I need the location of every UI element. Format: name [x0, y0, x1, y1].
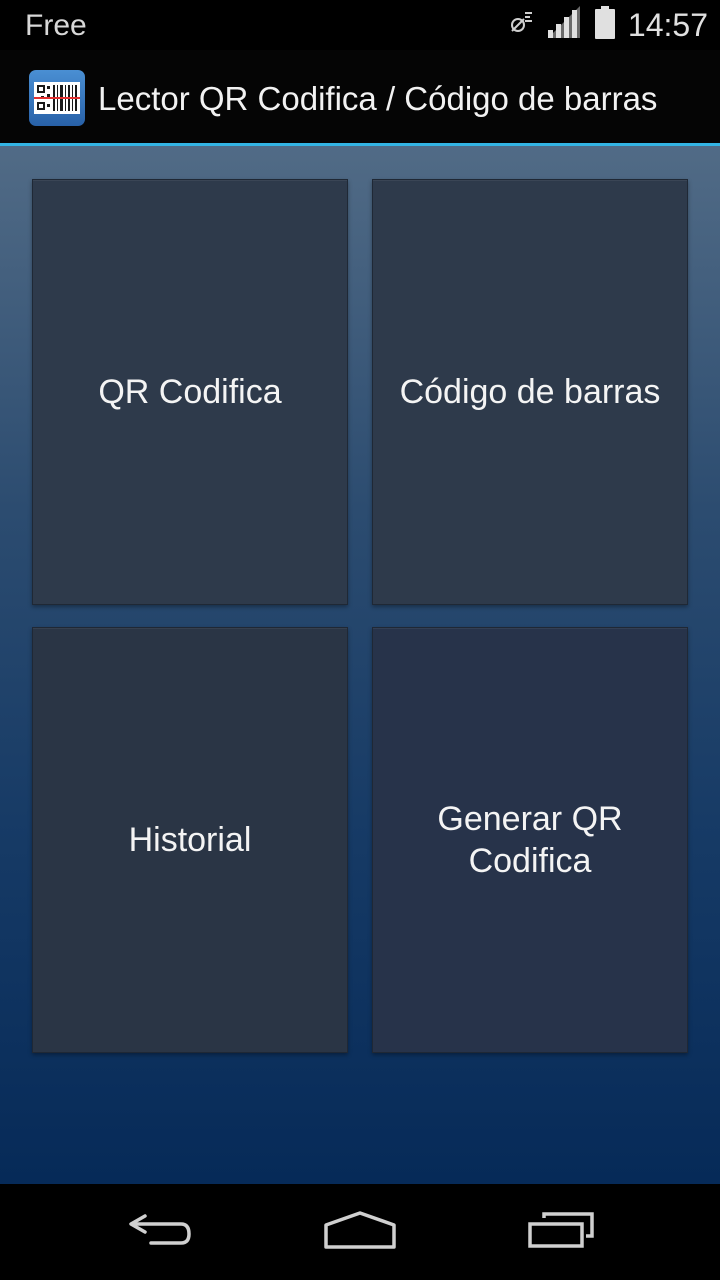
- generar-qr-codifica-button[interactable]: Generar QR Codifica: [372, 627, 688, 1053]
- navigation-bar: [0, 1184, 720, 1280]
- main-menu: QR Codifica Código de barras Historial G…: [0, 146, 720, 1184]
- signal-icon: [546, 5, 582, 45]
- sync-disabled-icon: [508, 8, 534, 43]
- battery-icon: [594, 5, 616, 45]
- carrier-label: Free: [25, 9, 87, 42]
- qr-codifica-button[interactable]: QR Codifica: [32, 179, 348, 605]
- recent-apps-button[interactable]: [482, 1184, 642, 1280]
- qr-codifica-label: QR Codifica: [98, 373, 282, 411]
- status-icons: 14:57: [508, 5, 708, 45]
- screen: Free 14:57 Lector QR Codifica / Código d…: [0, 0, 720, 1280]
- home-button[interactable]: [280, 1184, 440, 1280]
- recent-apps-icon: [526, 1210, 598, 1255]
- codigo-de-barras-label: Código de barras: [399, 373, 661, 411]
- back-icon: [125, 1210, 195, 1255]
- back-button[interactable]: [80, 1184, 240, 1280]
- codigo-de-barras-button[interactable]: Código de barras: [372, 179, 688, 605]
- clock: 14:57: [627, 7, 708, 43]
- app-title: Lector QR Codifica / Código de barras: [98, 80, 658, 117]
- historial-label: Historial: [128, 821, 252, 859]
- qr-barcode-app-icon[interactable]: [29, 70, 85, 126]
- generar-qr-codifica-label: Generar QR Codifica: [437, 800, 623, 880]
- historial-button[interactable]: Historial: [32, 627, 348, 1053]
- status-bar: Free 14:57: [0, 0, 720, 50]
- home-icon: [322, 1209, 398, 1256]
